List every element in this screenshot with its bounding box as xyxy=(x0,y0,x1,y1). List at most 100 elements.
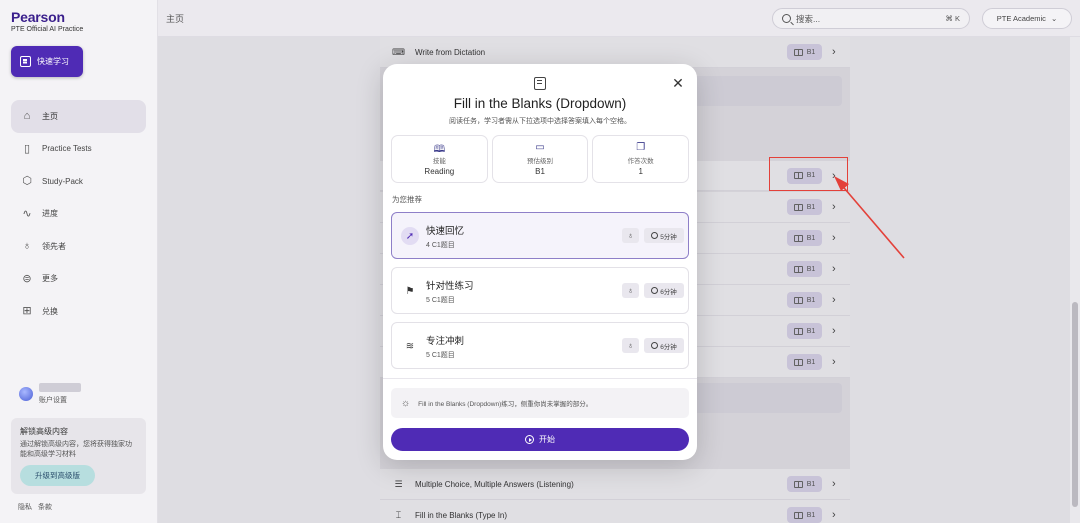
medal-icon: ♁ xyxy=(622,338,639,353)
stat-attempts: ❐ 作答次数 1 xyxy=(592,135,690,183)
stat-value: Reading xyxy=(424,167,455,176)
stat-label: 预估级别 xyxy=(527,158,553,165)
divider xyxy=(383,378,697,379)
topbar: 主页 搜索... ⌘ K PTE Academic ⌄ xyxy=(158,0,1080,37)
clipboard-icon: ▯ xyxy=(23,142,31,155)
tip-text: Fill in the Blanks (Dropdown)练习，侧重你尚未掌握的… xyxy=(418,401,593,408)
copy-icon: ❐ xyxy=(636,142,646,153)
recommendation-sub: 4 C1题目 xyxy=(426,242,455,249)
account-settings-label: 账户设置 xyxy=(39,397,67,404)
exam-select-value: PTE Academic xyxy=(996,14,1046,23)
start-button-label: 开始 xyxy=(539,435,555,444)
modal-description: 阅读任务，学习者需从下拉选项中选择答案填入每个空格。 xyxy=(449,118,631,125)
task-stats: 🕮 技能 Reading ▭ 预估级别 B1 ❐ 作答次数 1 xyxy=(391,135,690,183)
avatar xyxy=(19,387,33,401)
sidebar-item-leaderboard[interactable]: ♁ 领先者 xyxy=(11,230,146,263)
user-name-redacted xyxy=(39,383,81,392)
recommendation-sprint[interactable]: ≋ 专注冲刺 5 C1题目 ♁ 6分钟 xyxy=(391,322,689,369)
duration-badge: 5分钟 xyxy=(644,228,684,243)
sidebar-item-label: 主页 xyxy=(42,111,58,121)
duration-text: 5分钟 xyxy=(660,233,677,241)
duration-badge: 6分钟 xyxy=(644,283,684,298)
lightbulb-icon: ☼ xyxy=(401,397,411,409)
quick-study-button[interactable]: 快速学习 xyxy=(11,46,83,77)
stat-label: 技能 xyxy=(432,158,446,165)
brand-name: Pearson xyxy=(11,9,65,25)
package-icon: ⬡ xyxy=(22,175,32,188)
modal-title: Fill in the Blanks (Dropdown) xyxy=(453,96,627,111)
stat-value: B1 xyxy=(535,167,545,176)
duration-text: 6分钟 xyxy=(660,288,677,296)
stat-label: 作答次数 xyxy=(627,158,654,165)
sidebar-item-label: 领先者 xyxy=(42,241,66,251)
level-book-icon: ▭ xyxy=(535,142,545,153)
annotation-highlight-box xyxy=(769,157,848,191)
recommendation-name: 快速回忆 xyxy=(426,226,465,237)
clock-icon xyxy=(651,287,659,294)
home-icon: ⌂ xyxy=(23,110,31,123)
chevron-down-icon: ⌄ xyxy=(1050,14,1058,23)
golf-flag-icon: ⚑ xyxy=(405,285,415,297)
duration-badge: 6分钟 xyxy=(644,338,684,353)
sidebar-item-label: Practice Tests xyxy=(42,144,92,154)
recommend-heading: 为您推荐 xyxy=(392,195,422,204)
more-icon: ⊜ xyxy=(22,272,32,285)
task-detail-modal: ✕ Fill in the Blanks (Dropdown) 阅读任务，学习者… xyxy=(383,64,697,460)
sidebar-item-progress[interactable]: ∿ 进度 xyxy=(11,198,146,231)
start-button[interactable]: 开始 xyxy=(391,428,689,451)
close-button[interactable]: ✕ xyxy=(670,75,686,91)
search-icon xyxy=(782,14,791,23)
sidebar-nav: ⌂ 主页 ▯ Practice Tests ⬡ Study-Pack ∿ 进度 … xyxy=(11,100,146,328)
brand-subtitle: PTE Official AI Practice xyxy=(11,26,84,33)
stat-value: 1 xyxy=(638,167,643,176)
recommendation-name: 针对性练习 xyxy=(426,281,474,292)
close-icon: ✕ xyxy=(672,75,684,91)
stat-skill: 🕮 技能 Reading xyxy=(391,135,488,183)
upgrade-title: 解锁高级内容 xyxy=(20,427,68,436)
scrollbar-thumb[interactable] xyxy=(1072,302,1078,507)
scrollbar[interactable] xyxy=(1070,37,1080,523)
page-title: 主页 xyxy=(166,14,185,24)
sidebar: Pearson PTE Official AI Practice 快速学习 ⌂ … xyxy=(0,0,158,523)
clock-icon xyxy=(651,232,659,239)
upgrade-card: 解锁高级内容 通过解锁高级内容，您将获得独家功能和高级学习材料 升级到高级版 xyxy=(11,418,146,494)
play-icon xyxy=(525,435,534,444)
clock-icon xyxy=(651,342,659,349)
rocket-icon: ➚ xyxy=(401,227,419,245)
sidebar-item-practice-tests[interactable]: ▯ Practice Tests xyxy=(11,133,146,166)
sidebar-item-label: 兑换 xyxy=(42,306,58,316)
terms-link[interactable]: 条款 xyxy=(38,502,52,512)
book-open-icon: 🕮 xyxy=(433,144,446,155)
sidebar-item-label: 进度 xyxy=(42,209,58,219)
book-icon xyxy=(20,56,31,67)
sidebar-item-home[interactable]: ⌂ 主页 xyxy=(11,100,146,133)
document-icon xyxy=(534,77,546,90)
gift-icon: ⊞ xyxy=(22,305,32,318)
upgrade-description: 通过解锁高级内容，您将获得独家功能和高级学习材料 xyxy=(20,441,132,458)
exam-select[interactable]: PTE Academic ⌄ xyxy=(982,8,1072,29)
search-input[interactable]: 搜索... ⌘ K xyxy=(772,8,970,29)
pearson-logo[interactable]: Pearson PTE Official AI Practice xyxy=(11,9,83,33)
sidebar-item-redeem[interactable]: ⊞ 兑换 xyxy=(11,295,146,328)
progress-icon: ∿ xyxy=(22,207,32,220)
medal-icon: ♁ xyxy=(622,228,639,243)
sidebar-item-label: Study-Pack xyxy=(42,176,83,186)
recommendation-targeted[interactable]: ⚑ 针对性练习 5 C1题目 ♁ 6分钟 xyxy=(391,267,689,314)
account-settings[interactable]: 账户设置 xyxy=(19,383,81,405)
sidebar-item-study-pack[interactable]: ⬡ Study-Pack xyxy=(11,165,146,198)
sidebar-item-more[interactable]: ⊜ 更多 xyxy=(11,263,146,296)
wave-icon: ≋ xyxy=(405,340,415,352)
privacy-link[interactable]: 隐私 xyxy=(18,502,32,512)
search-shortcut: ⌘ K xyxy=(945,14,960,23)
search-placeholder: 搜索... xyxy=(796,13,821,24)
quick-study-label: 快速学习 xyxy=(37,57,69,66)
recommendation-sub: 5 C1题目 xyxy=(426,297,455,304)
recommendation-name: 专注冲刺 xyxy=(426,336,465,347)
upgrade-button[interactable]: 升级到高级版 xyxy=(20,465,95,486)
recommendation-quick-recall[interactable]: ➚ 快速回忆 4 C1题目 ♁ 5分钟 xyxy=(391,212,689,259)
sidebar-item-label: 更多 xyxy=(42,274,58,284)
stat-level: ▭ 预估级别 B1 xyxy=(491,135,589,183)
recommendation-sub: 5 C1题目 xyxy=(426,352,455,359)
tip-banner: ☼ Fill in the Blanks (Dropdown)练习，侧重你尚未掌… xyxy=(391,388,689,418)
medal-icon: ♁ xyxy=(622,283,639,298)
